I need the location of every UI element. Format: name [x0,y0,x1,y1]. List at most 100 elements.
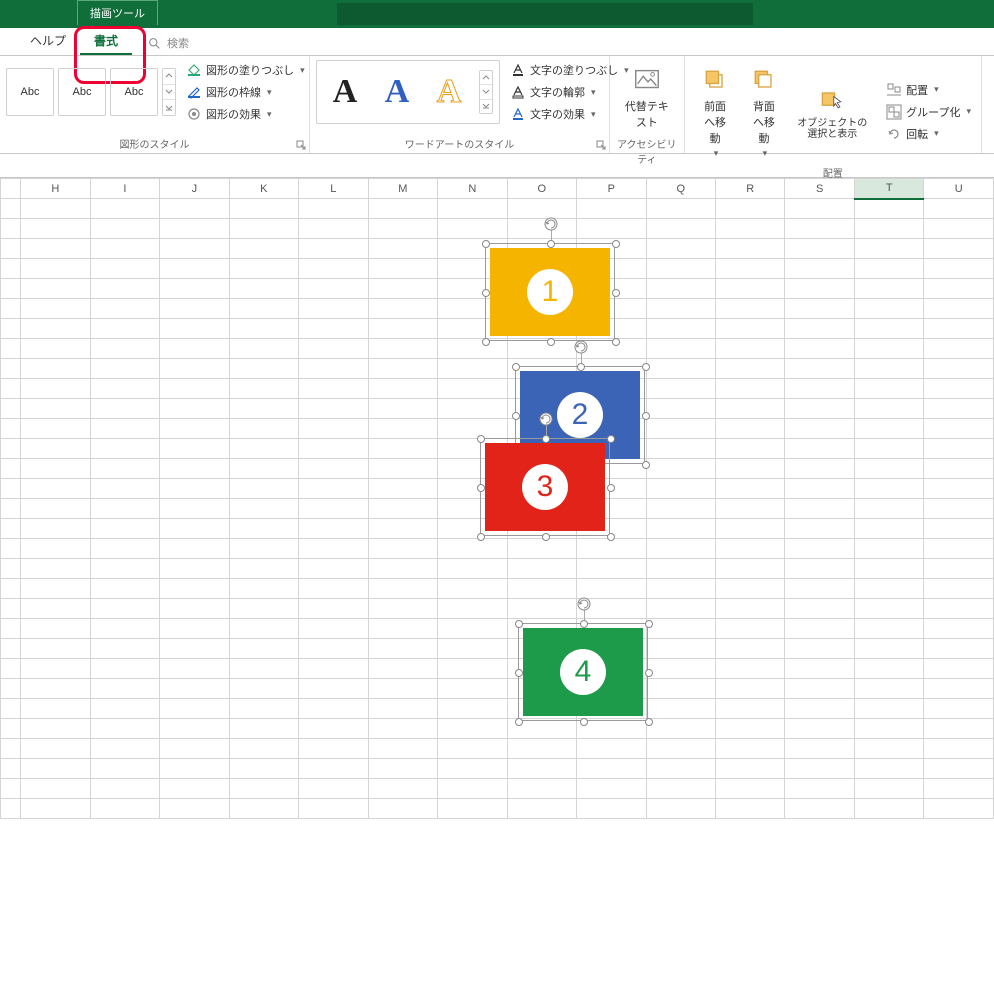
column-header[interactable]: S [785,179,854,199]
cell[interactable] [90,199,159,219]
cell[interactable] [368,559,437,579]
row-header[interactable] [1,459,21,479]
wordart-style-item[interactable]: A [323,70,367,114]
cell[interactable] [229,799,298,819]
cell[interactable] [646,759,715,779]
cell[interactable] [229,539,298,559]
cell[interactable] [715,739,784,759]
cell[interactable] [854,379,923,399]
cell[interactable] [299,739,368,759]
resize-handle[interactable] [542,435,550,443]
cell[interactable] [21,679,90,699]
cell[interactable] [21,739,90,759]
cell[interactable] [368,799,437,819]
cell[interactable] [368,419,437,439]
cell[interactable] [160,659,229,679]
cell[interactable] [160,779,229,799]
cell[interactable] [924,319,994,339]
cell[interactable] [90,739,159,759]
cell[interactable] [715,199,784,219]
cell[interactable] [21,599,90,619]
row-header[interactable] [1,219,21,239]
cell[interactable] [160,799,229,819]
cell[interactable] [229,479,298,499]
cell[interactable] [646,299,715,319]
cell[interactable] [90,759,159,779]
cell[interactable] [90,579,159,599]
shape-outline-button[interactable]: 図形の枠線▾ [182,82,309,102]
cell[interactable] [924,379,994,399]
cell[interactable] [438,719,507,739]
cell[interactable] [299,699,368,719]
row-header[interactable] [1,379,21,399]
cell[interactable] [368,379,437,399]
cell[interactable] [299,679,368,699]
cell[interactable] [21,579,90,599]
cell[interactable] [854,619,923,639]
send-backward-button[interactable]: 背面へ移動▾ [740,60,789,163]
rotation-handle[interactable] [538,411,554,427]
cell[interactable] [299,539,368,559]
cell[interactable] [785,459,854,479]
cell[interactable] [507,219,576,239]
cell[interactable] [854,499,923,519]
cell[interactable] [785,299,854,319]
cell[interactable] [21,719,90,739]
cell[interactable] [854,559,923,579]
cell[interactable] [715,719,784,739]
cell[interactable] [368,399,437,419]
cell[interactable] [646,559,715,579]
cell[interactable] [368,339,437,359]
cell[interactable] [646,779,715,799]
cell[interactable] [90,799,159,819]
cell[interactable] [438,779,507,799]
cell[interactable] [368,579,437,599]
wordart-gallery-more[interactable] [479,70,493,114]
cell[interactable] [160,379,229,399]
resize-handle[interactable] [515,718,523,726]
cell[interactable] [646,379,715,399]
cell[interactable] [90,339,159,359]
cell[interactable] [160,399,229,419]
cell[interactable] [785,359,854,379]
cell[interactable] [924,699,994,719]
cell[interactable] [785,239,854,259]
cell[interactable] [229,339,298,359]
cell[interactable] [299,199,368,219]
cell[interactable] [785,539,854,559]
cell[interactable] [299,719,368,739]
cell[interactable] [368,479,437,499]
cell[interactable] [577,739,646,759]
cell[interactable] [438,759,507,779]
cell[interactable] [924,439,994,459]
column-header[interactable]: H [21,179,90,199]
row-header[interactable] [1,759,21,779]
cell[interactable] [21,479,90,499]
cell[interactable] [577,539,646,559]
cell[interactable] [646,499,715,519]
shape-selection[interactable]: 3 [480,438,610,536]
cell[interactable] [785,559,854,579]
cell[interactable] [229,299,298,319]
cell[interactable] [785,779,854,799]
cell[interactable] [90,279,159,299]
dialog-launcher-icon[interactable] [595,139,607,151]
cell[interactable] [924,719,994,739]
cell[interactable] [646,219,715,239]
cell[interactable] [90,459,159,479]
cell[interactable] [438,619,507,639]
cell[interactable] [715,539,784,559]
group-button[interactable]: グループ化▾ [882,102,975,122]
resize-handle[interactable] [482,289,490,297]
cell[interactable] [854,279,923,299]
cell[interactable] [229,739,298,759]
cell[interactable] [715,779,784,799]
selection-pane-button[interactable]: オブジェクトの選択と表示 [788,60,876,163]
row-header[interactable] [1,659,21,679]
cell[interactable] [299,319,368,339]
alt-text-button[interactable]: 代替テキスト [616,60,678,134]
resize-handle[interactable] [612,240,620,248]
resize-handle[interactable] [512,412,520,420]
resize-handle[interactable] [515,620,523,628]
cell[interactable] [90,659,159,679]
